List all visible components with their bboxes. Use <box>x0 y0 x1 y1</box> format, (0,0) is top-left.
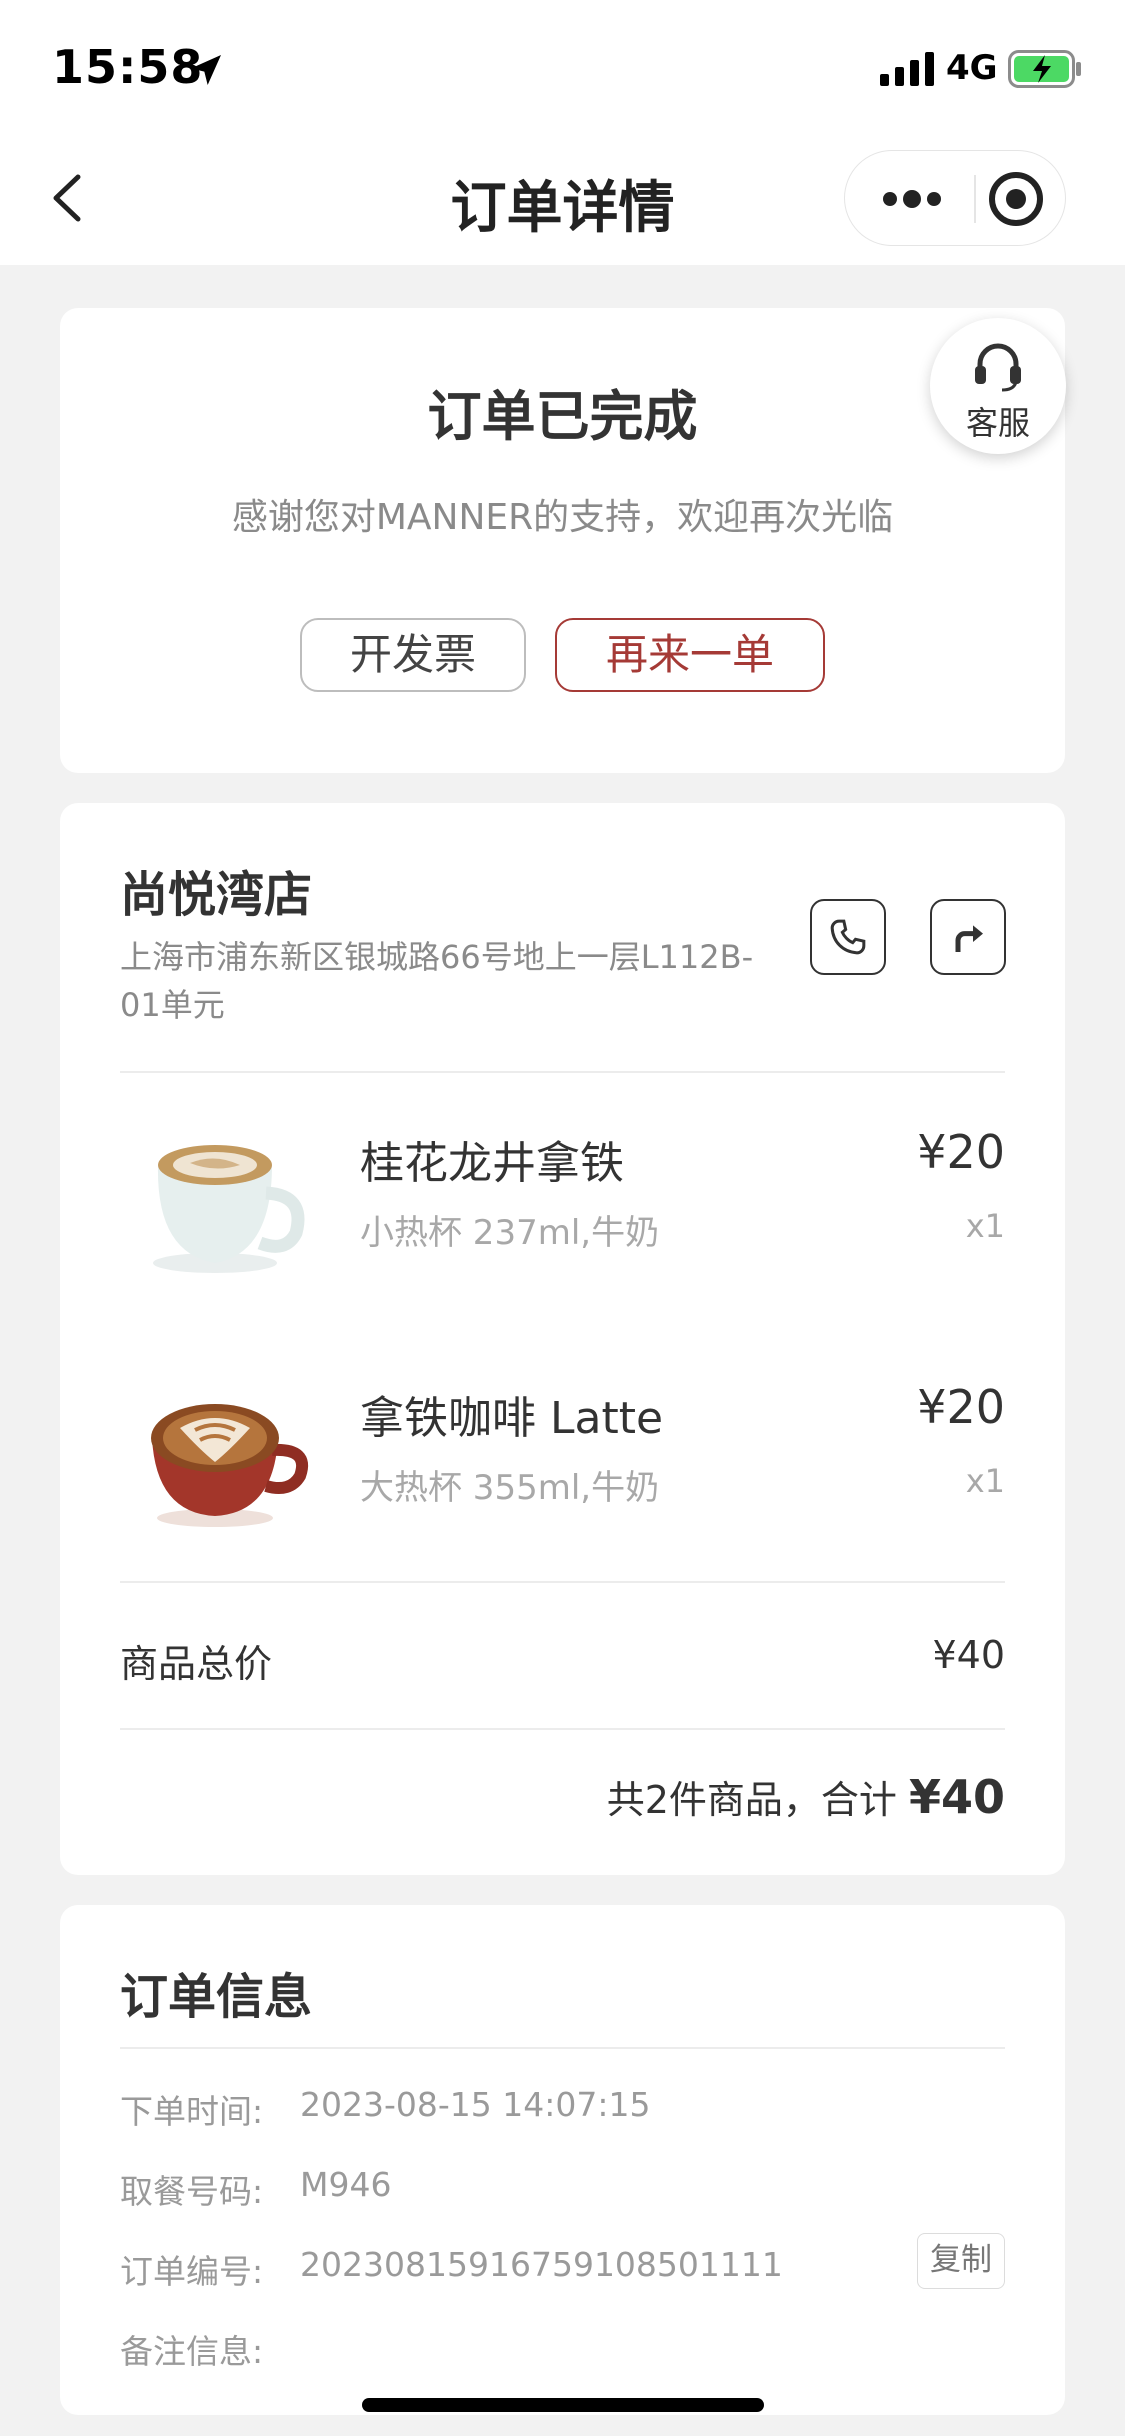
order-time-value: 2023-08-15 14:07:15 <box>300 2085 651 2124</box>
info-label: 备注信息: <box>120 2332 264 2371</box>
product-name: 桂花龙井拿铁 <box>360 1138 624 1189</box>
pickup-code-row: 取餐号码: M946 <box>120 2165 1005 2215</box>
order-info-title: 订单信息 <box>120 1969 313 2025</box>
navigate-store-button[interactable] <box>930 899 1006 975</box>
more-icon[interactable] <box>845 151 975 247</box>
divider <box>120 1581 1005 1583</box>
signal-icon <box>880 52 934 86</box>
status-bar: 15:58 4G <box>0 0 1125 135</box>
directions-icon <box>955 925 983 952</box>
headset-icon <box>975 343 1021 392</box>
subtotal-label: 商品总价 <box>120 1642 273 1686</box>
miniprogram-capsule <box>844 150 1066 246</box>
nav-bar: 订单详情 <box>0 135 1125 265</box>
order-total: 共2件商品，合计 ¥40 <box>607 1769 1005 1824</box>
product-item: 拿铁咖啡 Latte 大热杯 355ml,牛奶 ¥20 x1 <box>120 1358 1005 1558</box>
order-status-title: 订单已完成 <box>427 385 698 448</box>
product-item: 桂花龙井拿铁 小热杯 237ml,牛奶 ¥20 x1 <box>120 1103 1005 1303</box>
order-number-row: 订单编号: 20230815916759108501111 复制 <box>120 2233 1005 2295</box>
order-status-card: 订单已完成 感谢您对MANNER的支持，欢迎再次光临 开发票 再来一单 <box>60 308 1065 773</box>
reorder-button[interactable]: 再来一单 <box>555 618 825 692</box>
store-name: 尚悦湾店 <box>120 867 313 923</box>
remarks-row: 备注信息: <box>120 2325 1005 2375</box>
product-price: ¥20 <box>917 1380 1005 1434</box>
call-store-button[interactable] <box>810 899 886 975</box>
divider <box>120 2047 1005 2049</box>
invoice-button[interactable]: 开发票 <box>300 618 526 692</box>
product-name: 拿铁咖啡 Latte <box>360 1393 664 1444</box>
order-info-card: 订单信息 下单时间: 2023-08-15 14:07:15 取餐号码: M94… <box>60 1905 1065 2415</box>
location-arrow-icon <box>191 55 221 85</box>
total-prefix: 共2件商品，合计 <box>606 1778 897 1822</box>
copy-order-number-button[interactable]: 复制 <box>917 2233 1005 2289</box>
close-miniprogram-icon[interactable] <box>976 151 1067 247</box>
total-amount: ¥40 <box>908 1770 1005 1824</box>
phone-icon <box>830 919 866 955</box>
info-label: 下单时间: <box>120 2092 264 2131</box>
product-spec: 大热杯 355ml,牛奶 <box>360 1468 660 1508</box>
product-price: ¥20 <box>917 1125 1005 1179</box>
product-quantity: x1 <box>965 1207 1005 1245</box>
order-time-row: 下单时间: 2023-08-15 14:07:15 <box>120 2085 1005 2135</box>
latte-image <box>151 1404 308 1527</box>
product-quantity: x1 <box>965 1462 1005 1500</box>
network-label: 4G <box>946 48 998 88</box>
product-spec: 小热杯 237ml,牛奶 <box>360 1213 660 1253</box>
order-number-value: 20230815916759108501111 <box>300 2245 783 2284</box>
divider <box>120 1728 1005 1730</box>
osmanthus-latte-image <box>153 1145 305 1273</box>
info-label: 取餐号码: <box>120 2172 264 2211</box>
customer-service-button[interactable]: 客服 <box>930 318 1066 454</box>
order-status-subtitle: 感谢您对MANNER的支持，欢迎再次光临 <box>231 497 894 538</box>
order-items-card: 尚悦湾店 上海市浦东新区银城路66号地上一层L112B-01单元 桂花龙井拿铁 … <box>60 803 1065 1875</box>
info-label: 订单编号: <box>120 2252 264 2291</box>
status-time: 15:58 <box>52 40 204 94</box>
store-address: 上海市浦东新区银城路66号地上一层L112B-01单元 <box>120 938 754 1024</box>
home-indicator[interactable] <box>362 2398 764 2412</box>
battery-charging-icon <box>1008 50 1081 88</box>
divider <box>120 1071 1005 1073</box>
pickup-code-value: M946 <box>300 2165 392 2204</box>
subtotal-value: ¥40 <box>932 1633 1005 1677</box>
customer-service-label: 客服 <box>965 404 1030 442</box>
